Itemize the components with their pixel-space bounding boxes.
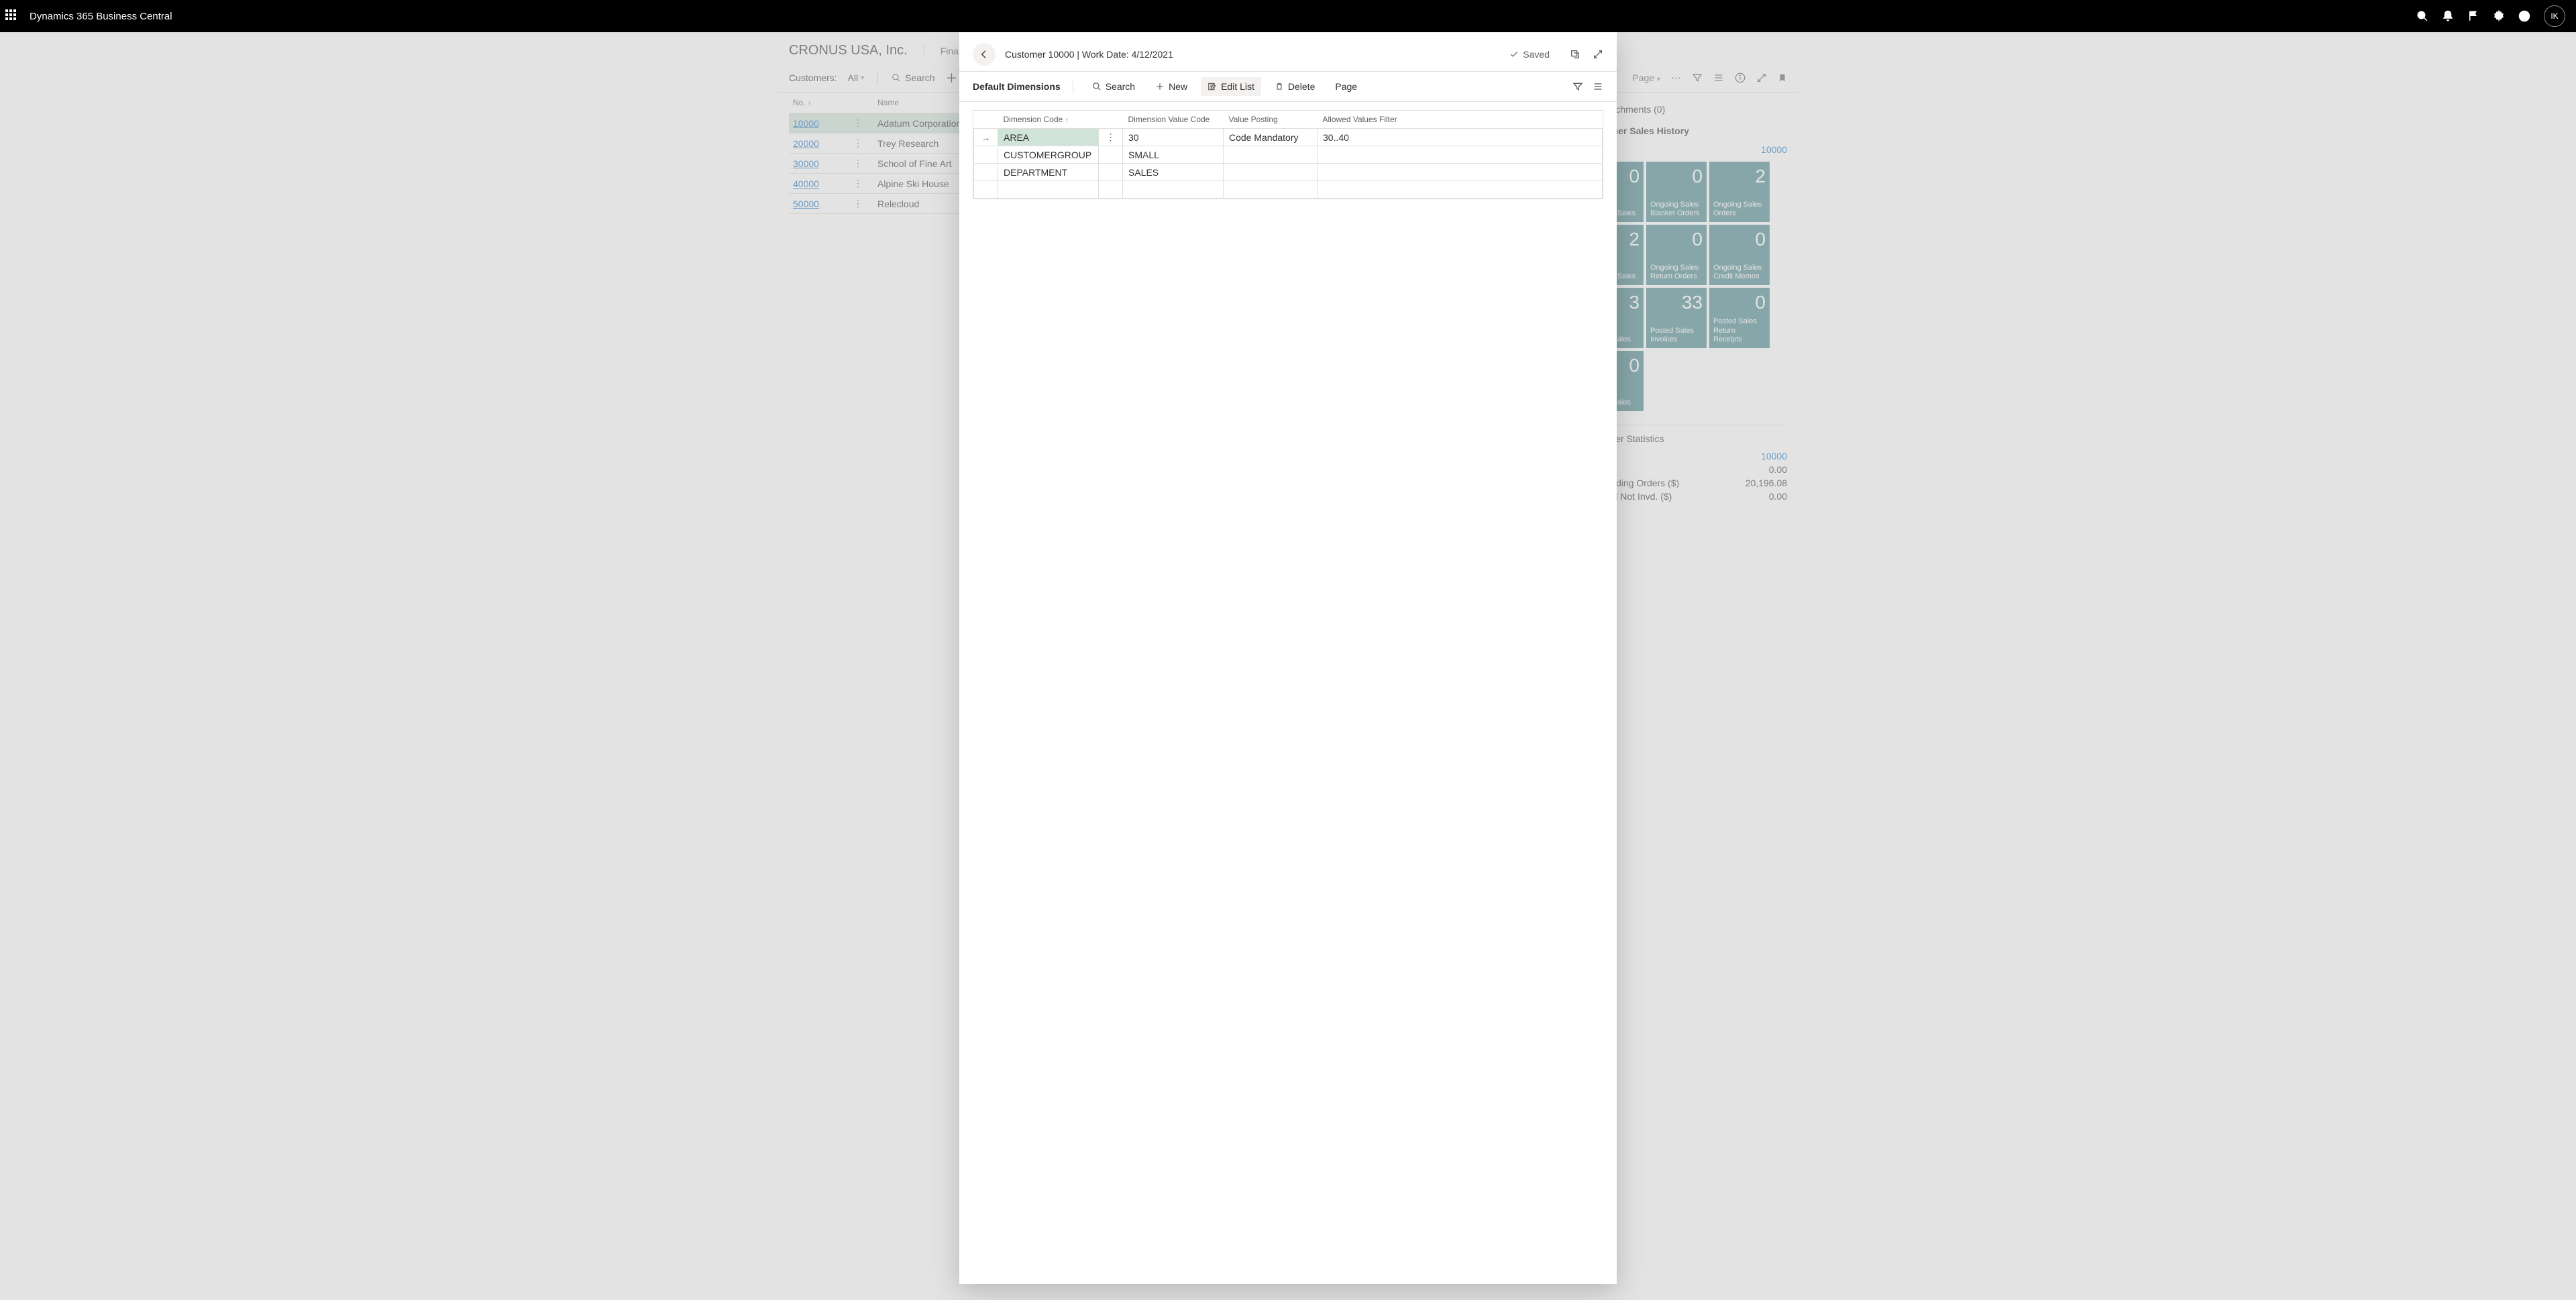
table-row[interactable]: CUSTOMERGROUP SMALL <box>974 146 1603 164</box>
page-area: CRONUS USA, Inc. Finance ▾ Customers: Al… <box>0 32 2576 1300</box>
product-title: Dynamics 365 Business Central <box>30 11 172 22</box>
dimension-code-cell[interactable]: CUSTOMERGROUP <box>998 146 1099 164</box>
back-button[interactable] <box>973 43 996 66</box>
app-launcher-icon[interactable] <box>5 9 19 23</box>
row-indicator-icon <box>974 146 998 164</box>
value-posting-cell[interactable]: Code Mandatory <box>1224 129 1318 146</box>
topbar-left: Dynamics 365 Business Central <box>5 9 172 23</box>
default-dimensions-modal: Customer 10000 | Work Date: 4/12/2021 Sa… <box>959 32 1617 1284</box>
table-row[interactable] <box>974 181 1603 199</box>
row-menu-icon[interactable] <box>1099 146 1123 164</box>
modal-top-icons <box>1570 49 1603 60</box>
avatar[interactable]: IK <box>2544 5 2565 27</box>
arrow-left-icon <box>979 49 989 60</box>
row-menu-icon[interactable] <box>1099 181 1123 199</box>
modal-titlebar: Customer 10000 | Work Date: 4/12/2021 Sa… <box>959 32 1617 71</box>
allowed-values-cell[interactable] <box>1318 146 1603 164</box>
value-posting-cell[interactable] <box>1224 146 1318 164</box>
dimension-code-cell[interactable]: AREA <box>998 129 1099 146</box>
search-icon[interactable] <box>2416 10 2428 22</box>
topbar-right: IK <box>2416 5 2571 27</box>
col-dim-code[interactable]: Dimension Code ↑ <box>998 111 1099 129</box>
sort-asc-icon: ↑ <box>1065 117 1069 124</box>
col-row-indicator <box>974 111 998 129</box>
modal-overlay: Customer 10000 | Work Date: 4/12/2021 Sa… <box>0 32 2576 1300</box>
modal-title: Customer 10000 | Work Date: 4/12/2021 <box>1005 49 1500 60</box>
new-label: New <box>1169 81 1187 92</box>
dimension-value-cell[interactable]: 30 <box>1123 129 1224 146</box>
list-icon[interactable] <box>1593 81 1603 92</box>
col-allowed[interactable]: Allowed Values Filter <box>1318 111 1603 129</box>
row-menu-icon[interactable]: ⋮ <box>1099 129 1123 146</box>
dimension-value-cell[interactable] <box>1123 181 1224 199</box>
value-posting-cell[interactable] <box>1224 164 1318 181</box>
dimensions-grid: Dimension Code ↑ Dimension Value Code Va… <box>973 110 1603 199</box>
dimension-code-cell[interactable]: DEPARTMENT <box>998 164 1099 181</box>
new-button[interactable]: New <box>1148 77 1194 96</box>
page-label: Page <box>1335 81 1357 92</box>
expand-icon[interactable] <box>1593 49 1603 60</box>
row-menu-icon[interactable] <box>1099 164 1123 181</box>
value-posting-cell[interactable] <box>1224 181 1318 199</box>
filter-icon[interactable] <box>1572 81 1583 92</box>
allowed-values-cell[interactable] <box>1318 164 1603 181</box>
help-icon[interactable] <box>2518 10 2530 22</box>
delete-button[interactable]: Delete <box>1268 77 1322 96</box>
edit-list-button[interactable]: Edit List <box>1201 77 1261 96</box>
saved-label: Saved <box>1523 49 1550 60</box>
delete-label: Delete <box>1288 81 1315 92</box>
row-indicator-icon: → <box>974 129 998 146</box>
dimension-code-cell[interactable] <box>998 181 1099 199</box>
edit-list-icon <box>1208 82 1217 91</box>
bell-icon[interactable] <box>2442 10 2454 22</box>
flag-icon[interactable] <box>2467 10 2479 22</box>
table-row[interactable]: →AREA⋮30Code Mandatory30..40 <box>974 129 1603 146</box>
modal-search-button[interactable]: Search <box>1085 77 1142 96</box>
topbar: Dynamics 365 Business Central IK <box>0 0 2576 32</box>
col-value-posting[interactable]: Value Posting <box>1224 111 1318 129</box>
modal-toolbar-right <box>1572 81 1603 92</box>
dimension-value-cell[interactable]: SMALL <box>1123 146 1224 164</box>
check-icon <box>1509 50 1519 59</box>
row-indicator-icon <box>974 164 998 181</box>
modal-toolbar: Default Dimensions Search New Edit List … <box>959 71 1617 102</box>
col-dim-value[interactable]: Dimension Value Code <box>1123 111 1224 129</box>
page-button[interactable]: Page <box>1328 77 1364 96</box>
allowed-values-cell[interactable] <box>1318 181 1603 199</box>
dimensions-table[interactable]: Dimension Code ↑ Dimension Value Code Va… <box>973 111 1603 199</box>
gear-icon[interactable] <box>2493 10 2505 22</box>
modal-search-label: Search <box>1106 81 1135 92</box>
table-row[interactable]: DEPARTMENT SALES <box>974 164 1603 181</box>
tab-default-dimensions[interactable]: Default Dimensions <box>973 78 1061 95</box>
saved-indicator: Saved <box>1509 49 1550 60</box>
edit-list-label: Edit List <box>1221 81 1254 92</box>
allowed-values-cell[interactable]: 30..40 <box>1318 129 1603 146</box>
col-row-menu <box>1099 111 1123 129</box>
search-icon <box>1092 82 1102 91</box>
trash-icon <box>1275 82 1284 91</box>
popout-icon[interactable] <box>1570 49 1580 60</box>
row-indicator-icon <box>974 181 998 199</box>
dimension-value-cell[interactable]: SALES <box>1123 164 1224 181</box>
plus-icon <box>1155 82 1165 91</box>
